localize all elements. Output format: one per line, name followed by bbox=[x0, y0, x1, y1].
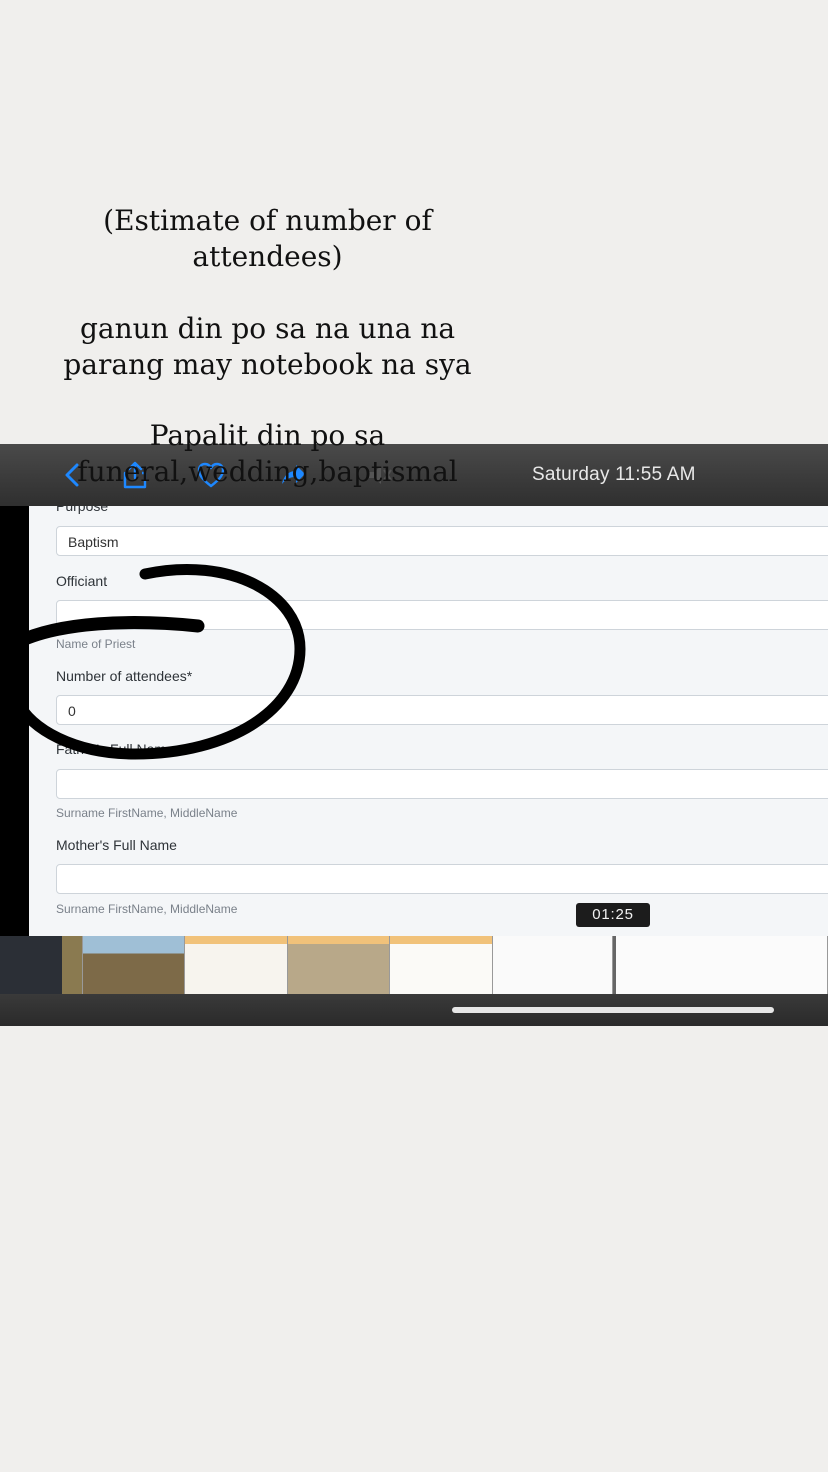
home-indicator[interactable] bbox=[452, 1007, 774, 1013]
officiant-hint: Name of Priest bbox=[56, 637, 136, 651]
video-timestamp: 01:25 bbox=[576, 903, 650, 927]
filmstrip-frame bbox=[0, 936, 83, 994]
purpose-label: Purpose bbox=[56, 506, 109, 514]
video-scrubber-filmstrip[interactable] bbox=[0, 936, 828, 994]
purpose-field[interactable]: Baptism bbox=[56, 526, 828, 556]
mother-name-field[interactable] bbox=[56, 864, 828, 894]
filmstrip-frame bbox=[83, 936, 185, 994]
father-name-hint: Surname FirstName, MiddleName bbox=[56, 806, 238, 820]
attendees-field[interactable]: 0 bbox=[56, 695, 828, 725]
mother-name-label: Mother's Full Name bbox=[56, 837, 177, 853]
screen-recording: Saturday 11:55 AM Purpose Baptism Offici… bbox=[0, 444, 828, 1026]
video-bottom-bar bbox=[0, 994, 828, 1026]
officiant-field[interactable] bbox=[56, 600, 828, 630]
father-name-label: Father's Full Name bbox=[56, 741, 174, 757]
filmstrip-frame bbox=[288, 936, 390, 994]
filmstrip-frame bbox=[185, 936, 288, 994]
caption-line-3: Papalit din po sa funeral,wedding,baptis… bbox=[77, 419, 458, 488]
filmstrip-frame bbox=[390, 936, 493, 994]
caption-line-2: ganun din po sa na una na parang may not… bbox=[63, 312, 472, 381]
filmstrip-frame bbox=[493, 936, 613, 994]
father-name-field[interactable] bbox=[56, 769, 828, 799]
appointment-form: Purpose Baptism Officiant Name of Priest… bbox=[29, 506, 828, 936]
caption-line-1: (Estimate of number of attendees) bbox=[103, 204, 432, 273]
officiant-label: Officiant bbox=[56, 573, 108, 589]
mother-name-hint: Surname FirstName, MiddleName bbox=[56, 902, 238, 916]
status-time: Saturday 11:55 AM bbox=[532, 464, 696, 485]
filmstrip-frame bbox=[613, 936, 828, 994]
attendees-label: Number of attendees* bbox=[56, 668, 193, 684]
